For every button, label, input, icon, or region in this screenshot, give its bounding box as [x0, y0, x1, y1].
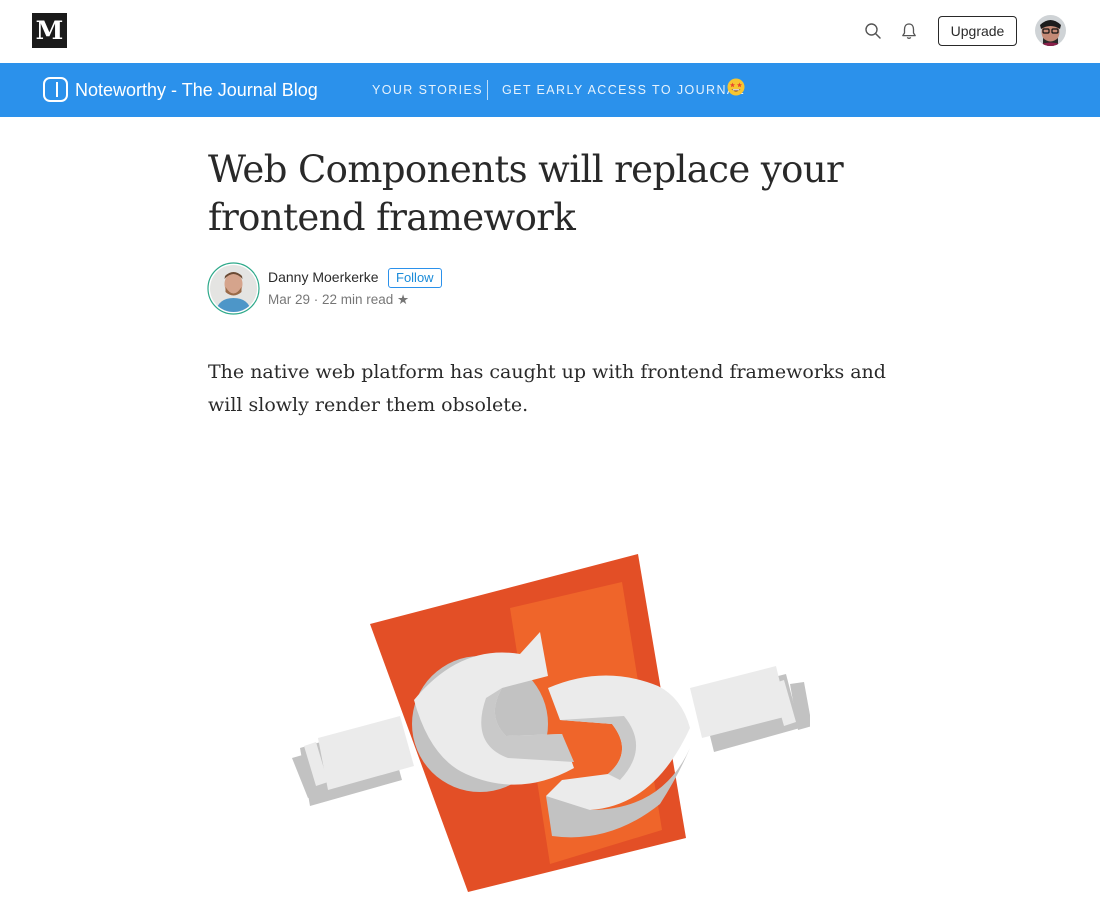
nav-divider [487, 80, 488, 100]
article-meta: Mar 29 · 22 min read ★ [268, 292, 410, 307]
follow-button[interactable]: Follow [388, 268, 442, 288]
nav-your-stories[interactable]: YOUR STORIES [372, 82, 483, 98]
publication-name[interactable]: Noteworthy - The Journal Blog [75, 77, 318, 103]
hero-html5-wrenches-image [292, 554, 810, 892]
author-name[interactable]: Danny Moerkerke [268, 268, 379, 286]
author-avatar[interactable] [207, 262, 260, 315]
user-avatar[interactable] [1035, 15, 1066, 46]
bell-icon[interactable] [898, 20, 920, 42]
article-title: Web Components will replace your fronten… [208, 148, 844, 239]
journal-logo-icon[interactable] [43, 77, 68, 102]
article-subtitle: The native web platform has caught up wi… [208, 361, 886, 416]
publication-bar: Noteworthy - The Journal Blog YOUR STORI… [0, 63, 1100, 117]
upgrade-button[interactable]: Upgrade [938, 16, 1017, 46]
search-icon[interactable] [862, 20, 884, 42]
nav-early-access[interactable]: GET EARLY ACCESS TO JOURNAL [502, 82, 745, 98]
top-bar: M Upgrade [0, 0, 1100, 63]
star-struck-emoji-icon [727, 78, 745, 96]
medium-logo[interactable]: M [32, 13, 67, 48]
